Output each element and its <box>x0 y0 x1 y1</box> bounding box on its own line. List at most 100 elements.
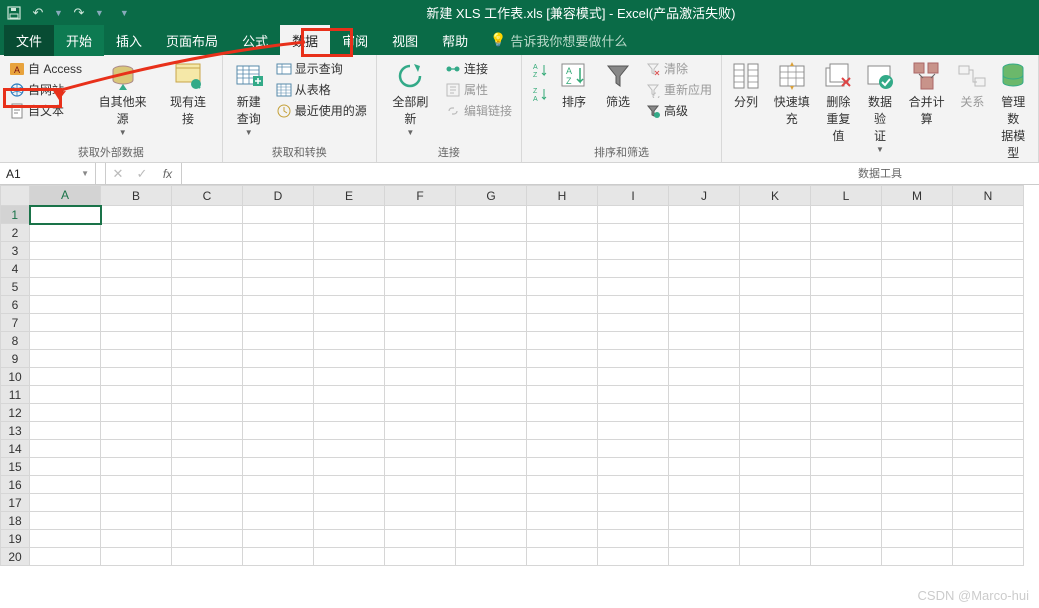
cell[interactable] <box>30 512 101 530</box>
cell[interactable] <box>953 476 1024 494</box>
cell[interactable] <box>30 368 101 386</box>
col-header[interactable]: H <box>527 186 598 206</box>
select-all-corner[interactable] <box>1 186 30 206</box>
cell[interactable] <box>882 386 953 404</box>
cell[interactable] <box>811 548 882 566</box>
cell[interactable] <box>385 458 456 476</box>
cell[interactable] <box>456 422 527 440</box>
cell[interactable] <box>243 368 314 386</box>
cell[interactable] <box>456 278 527 296</box>
cell[interactable] <box>243 548 314 566</box>
col-header[interactable]: B <box>101 186 172 206</box>
cell[interactable] <box>811 476 882 494</box>
cell[interactable] <box>101 278 172 296</box>
col-header[interactable]: K <box>740 186 811 206</box>
cell[interactable] <box>30 404 101 422</box>
cell[interactable] <box>811 458 882 476</box>
tab-formula[interactable]: 公式 <box>230 25 280 56</box>
qat-customize-icon[interactable]: ▼ <box>120 8 129 18</box>
cell[interactable] <box>953 494 1024 512</box>
cell[interactable] <box>101 458 172 476</box>
cell[interactable] <box>385 512 456 530</box>
col-header[interactable]: M <box>882 186 953 206</box>
cell[interactable] <box>456 242 527 260</box>
cell[interactable] <box>172 206 243 224</box>
from-text-button[interactable]: 自文本 <box>6 100 85 121</box>
existing-conn-button[interactable]: 现有连接 <box>160 58 215 129</box>
cell[interactable] <box>385 494 456 512</box>
cell[interactable] <box>669 458 740 476</box>
cell[interactable] <box>314 548 385 566</box>
row-header[interactable]: 10 <box>1 368 30 386</box>
row-header[interactable]: 8 <box>1 332 30 350</box>
cell[interactable] <box>598 458 669 476</box>
tab-help[interactable]: 帮助 <box>430 25 480 56</box>
cell[interactable] <box>385 368 456 386</box>
tab-view[interactable]: 视图 <box>380 25 430 56</box>
cell[interactable] <box>527 296 598 314</box>
cell[interactable] <box>314 440 385 458</box>
remove-dup-button[interactable]: 删除 重复值 <box>820 58 858 146</box>
cell[interactable] <box>101 350 172 368</box>
data-model-button[interactable]: 管理数 据模型 <box>994 58 1032 163</box>
cell[interactable] <box>456 332 527 350</box>
filter-button[interactable]: 筛选 <box>598 58 638 112</box>
cell[interactable] <box>385 224 456 242</box>
cell[interactable] <box>456 440 527 458</box>
cell[interactable] <box>527 224 598 242</box>
cell[interactable] <box>740 368 811 386</box>
cell[interactable] <box>811 242 882 260</box>
cell[interactable] <box>385 440 456 458</box>
cell[interactable] <box>669 278 740 296</box>
cell[interactable] <box>811 260 882 278</box>
cell[interactable] <box>669 494 740 512</box>
cell[interactable] <box>172 368 243 386</box>
tab-file[interactable]: 文件 <box>4 25 54 56</box>
col-header[interactable]: J <box>669 186 740 206</box>
cell[interactable] <box>811 224 882 242</box>
cell[interactable] <box>385 206 456 224</box>
cell[interactable] <box>953 404 1024 422</box>
cell[interactable] <box>385 530 456 548</box>
cell[interactable] <box>811 422 882 440</box>
row-header[interactable]: 15 <box>1 458 30 476</box>
cell[interactable] <box>243 314 314 332</box>
cell[interactable] <box>598 422 669 440</box>
cell[interactable] <box>456 476 527 494</box>
from-access-button[interactable]: A 自 Access <box>6 58 85 79</box>
cell[interactable] <box>172 404 243 422</box>
row-header[interactable]: 13 <box>1 422 30 440</box>
cell[interactable] <box>243 422 314 440</box>
cell[interactable] <box>243 494 314 512</box>
cell[interactable] <box>953 242 1024 260</box>
fx-icon[interactable]: fx <box>154 163 182 184</box>
cell[interactable] <box>598 386 669 404</box>
cell[interactable] <box>882 422 953 440</box>
cell[interactable] <box>101 386 172 404</box>
cell[interactable] <box>172 422 243 440</box>
cell[interactable] <box>314 350 385 368</box>
cell[interactable] <box>598 368 669 386</box>
cell[interactable] <box>953 224 1024 242</box>
cell[interactable] <box>598 404 669 422</box>
cell[interactable] <box>811 494 882 512</box>
cell[interactable] <box>456 314 527 332</box>
cell[interactable] <box>740 458 811 476</box>
cell[interactable] <box>314 530 385 548</box>
cell[interactable] <box>740 548 811 566</box>
cell[interactable] <box>669 350 740 368</box>
cell[interactable] <box>953 440 1024 458</box>
cell[interactable] <box>456 512 527 530</box>
cell[interactable] <box>172 350 243 368</box>
cell[interactable] <box>953 512 1024 530</box>
col-header[interactable]: G <box>456 186 527 206</box>
connections-button[interactable]: 连接 <box>442 58 515 79</box>
col-header[interactable]: A <box>30 186 101 206</box>
cell[interactable] <box>172 278 243 296</box>
cell[interactable] <box>669 422 740 440</box>
cell[interactable] <box>456 404 527 422</box>
cell[interactable] <box>172 332 243 350</box>
cell[interactable] <box>243 350 314 368</box>
cell[interactable] <box>101 260 172 278</box>
cell[interactable] <box>882 314 953 332</box>
